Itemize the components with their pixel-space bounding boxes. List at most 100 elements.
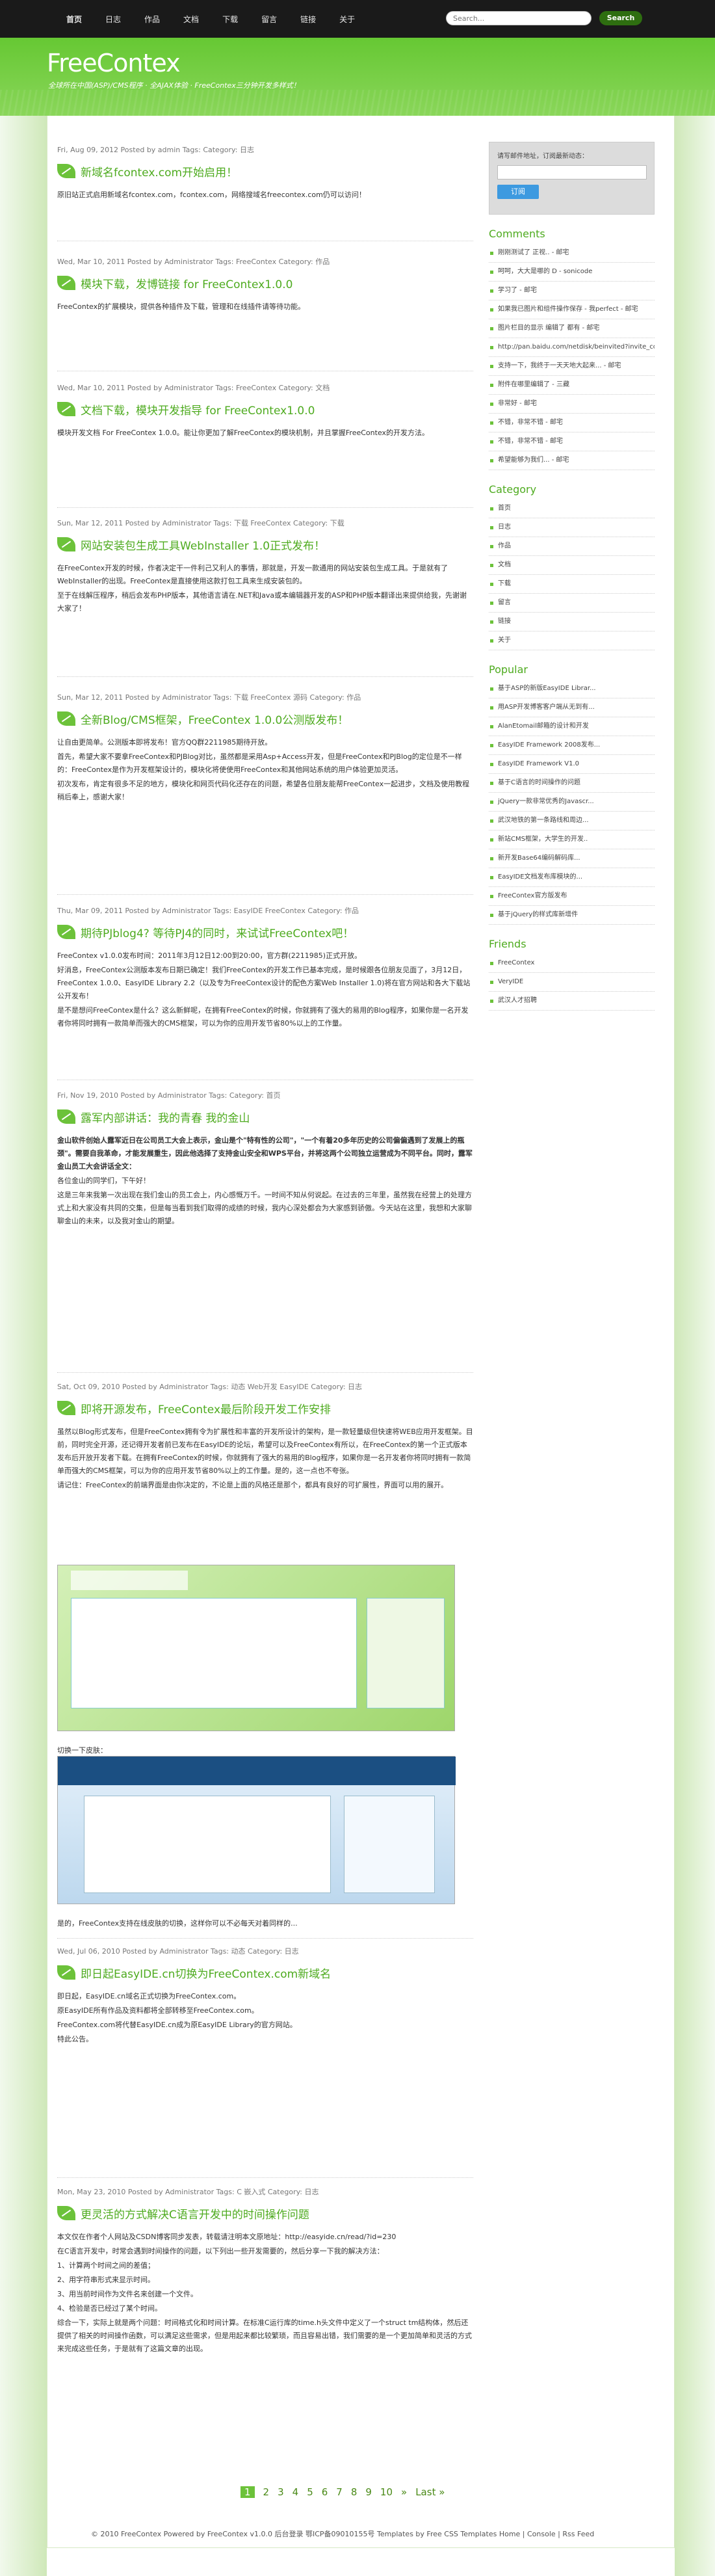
- page-link[interactable]: 10: [380, 2486, 393, 2498]
- site-logo[interactable]: FreeContex: [47, 49, 181, 77]
- skin-screenshot-green: [57, 1565, 455, 1731]
- nav-item-download[interactable]: 下载: [213, 14, 247, 25]
- post: Thu, Mar 09, 2011 Posted by Administrato…: [57, 905, 473, 1031]
- post: Mon, May 23, 2010 Posted by Administrato…: [57, 2186, 473, 2357]
- comment-item[interactable]: 支持一下，我终于一天天地大起来... - 邮宅: [489, 357, 655, 376]
- nav-item-guestbook[interactable]: 留言: [252, 14, 286, 25]
- popular-item[interactable]: 基于C语言的时间操作的问题: [489, 774, 655, 793]
- nav-item-home[interactable]: 首页: [57, 14, 91, 25]
- comment-item[interactable]: 不错，非常不错 - 邮宅: [489, 414, 655, 432]
- post-meta: Mon, May 23, 2010 Posted by Administrato…: [57, 2188, 319, 2196]
- post-paragraph: 综合一下，实际上就是两个问题：时间格式化和时间计算。在标准C运行库的time.h…: [57, 2318, 472, 2353]
- subscribe-email-input[interactable]: [497, 165, 647, 179]
- post-meta: Sat, Oct 09, 2010 Posted by Administrato…: [57, 1383, 363, 1390]
- post-title[interactable]: 更灵活的方式解决C语言开发中的时间操作问题: [81, 2205, 309, 2222]
- friend-link[interactable]: VeryIDE: [489, 973, 655, 992]
- comment-item[interactable]: 如果我已图片和组件操作保存 - 我perfect - 邮宅: [489, 300, 655, 319]
- nav-item-about[interactable]: 关于: [330, 14, 364, 25]
- popular-item[interactable]: 武汉地铁的第一条路线和周边...: [489, 812, 655, 830]
- post-paragraph: 2、用字符串形式来显示时间。: [57, 2276, 155, 2284]
- category-item[interactable]: 首页: [489, 499, 655, 518]
- friends-list: FreeContex VeryIDE 武汉人才招聘: [489, 954, 655, 1011]
- leaf-icon: [57, 537, 75, 551]
- popular-item[interactable]: 基于ASP的新版EasyIDE Librar...: [489, 680, 655, 698]
- nav-item-links[interactable]: 链接: [291, 14, 325, 25]
- comment-item[interactable]: 不错，非常不错 - 邮宅: [489, 432, 655, 451]
- popular-item[interactable]: AlanEtomail邮箱的设计和开发: [489, 717, 655, 736]
- comment-item[interactable]: http://pan.baidu.com/netdisk/beinvited?i…: [489, 338, 655, 357]
- nav-item-blog[interactable]: 日志: [96, 14, 130, 25]
- comment-item[interactable]: 刚刚测试了 正视.. - 邮宅: [489, 244, 655, 263]
- post-paragraph: 4、检验是否已经过了某个时间。: [57, 2304, 162, 2313]
- post-divider: [57, 676, 473, 677]
- leaf-icon: [57, 276, 75, 290]
- post-title[interactable]: 网站安装包生成工具WebInstaller 1.0正式发布！: [81, 537, 325, 553]
- search-button[interactable]: Search: [599, 11, 642, 25]
- post-paragraph: 原EasyIDE所有作品及资料都将全部转移至FreeContex.com。: [57, 2006, 259, 2015]
- popular-item[interactable]: jQuery一款非常优秀的Javascr...: [489, 793, 655, 812]
- friend-link[interactable]: 武汉人才招聘: [489, 992, 655, 1011]
- comment-item[interactable]: 图片栏目的显示 编辑了 都有 - 邮宅: [489, 319, 655, 338]
- post-title[interactable]: 即日起EasyIDE.cn切换为FreeContex.com新域名: [81, 1965, 331, 1981]
- popular-item[interactable]: 用ASP开发博客客户端从无到有...: [489, 698, 655, 717]
- category-item[interactable]: 日志: [489, 518, 655, 537]
- friend-link[interactable]: FreeContex: [489, 954, 655, 973]
- page-link[interactable]: 5: [307, 2486, 313, 2498]
- popular-item[interactable]: EasyIDE Framework 2008发布...: [489, 736, 655, 755]
- post: Sun, Mar 12, 2011 Posted by Administrato…: [57, 692, 473, 805]
- search-input[interactable]: [446, 11, 592, 25]
- comment-item[interactable]: 非常好 - 邮宅: [489, 395, 655, 414]
- popular-item[interactable]: FreeContex官方版发布: [489, 887, 655, 906]
- page-link[interactable]: 6: [322, 2486, 328, 2498]
- post-paragraph: FreeContex的扩展模块，提供各种插件及下载，管理和在线插件请等待功能。: [57, 302, 306, 311]
- popular-item[interactable]: 新开发Base64编码解码库...: [489, 849, 655, 868]
- post-paragraph: 好消息，FreeContex公测版本发布日期已确定！我们FreeContex的开…: [57, 966, 471, 1000]
- category-item[interactable]: 链接: [489, 613, 655, 631]
- post-title[interactable]: 即将开源发布，FreeContex最后阶段开发工作安排: [81, 1400, 331, 1416]
- comment-item[interactable]: 学习了 - 邮宅: [489, 282, 655, 300]
- post-meta: Fri, Aug 09, 2012 Posted by admin Tags: …: [57, 146, 254, 153]
- post-title[interactable]: 新域名fcontex.com开始启用！: [81, 163, 237, 179]
- page-link[interactable]: 4: [292, 2486, 299, 2498]
- nav-item-works[interactable]: 作品: [135, 14, 169, 25]
- category-item[interactable]: 文档: [489, 556, 655, 575]
- page-link[interactable]: 8: [351, 2486, 358, 2498]
- popular-item[interactable]: EasyIDE Framework V1.0: [489, 755, 655, 774]
- page-link[interactable]: 9: [365, 2486, 372, 2498]
- comment-item[interactable]: 附件在哪里编辑了 - 三藏: [489, 376, 655, 395]
- page-next[interactable]: »: [401, 2486, 407, 2498]
- post-title[interactable]: 文档下载，模块开发指导 for FreeContex1.0.0: [81, 401, 315, 418]
- page-last[interactable]: Last »: [415, 2486, 445, 2498]
- popular-item[interactable]: EasyIDE文档发布库模块的...: [489, 868, 655, 887]
- post-title[interactable]: 期待PJblog4? 等待PJ4的同时，来试试FreeContex吧！: [81, 924, 354, 940]
- post-paragraph: 模块开发文档 For FreeContex 1.0.0。能让你更加了解FreeC…: [57, 429, 430, 437]
- post-meta: Wed, Mar 10, 2011 Posted by Administrato…: [57, 384, 330, 392]
- post-paragraph: 在FreeContex开发的时候，作者决定干一件利己又利人的事情，那就是，开发一…: [57, 564, 448, 585]
- page-link[interactable]: 7: [336, 2486, 343, 2498]
- top-navigation-bar: 首页 日志 作品 文档 下载 留言 链接 关于 Search: [0, 0, 715, 38]
- post-paragraph: FreeContex.com将代替EasyIDE.cn成为原EasyIDE Li…: [57, 2021, 297, 2029]
- comment-item[interactable]: 希望能够为我们... - 邮宅: [489, 451, 655, 470]
- nav-item-docs[interactable]: 文档: [174, 14, 208, 25]
- comment-item[interactable]: 呵呵，大大是哪的 D - sonicode: [489, 263, 655, 282]
- page-link[interactable]: 3: [278, 2486, 284, 2498]
- post-title[interactable]: 露军内部讲话：我的青春 我的金山: [81, 1109, 250, 1125]
- subscribe-button[interactable]: 订阅: [497, 185, 539, 199]
- post-title[interactable]: 全新Blog/CMS框架，FreeContex 1.0.0公测版发布！: [81, 711, 348, 727]
- left-background: [0, 116, 47, 2576]
- category-item[interactable]: 下载: [489, 575, 655, 594]
- popular-item[interactable]: 新站CMS框架，大学生的开发..: [489, 830, 655, 849]
- post: Sun, Mar 12, 2011 Posted by Administrato…: [57, 518, 473, 617]
- friends-heading: Friends: [489, 938, 526, 950]
- popular-item[interactable]: 基于jQuery的样式库新增件: [489, 906, 655, 925]
- category-item[interactable]: 作品: [489, 537, 655, 556]
- page-link[interactable]: 1: [240, 2486, 255, 2498]
- subscribe-box: 请写邮件地址，订阅最新动态： 订阅: [489, 142, 655, 215]
- post-paragraph: 切换一下皮肤：: [57, 1746, 107, 1755]
- category-item[interactable]: 留言: [489, 594, 655, 613]
- post-title[interactable]: 模块下载，发博链接 for FreeContex1.0.0: [81, 275, 292, 291]
- page-link[interactable]: 2: [263, 2486, 270, 2498]
- post-paragraph: 至于在线解压程序，稍后会发布PHP版本，其他语言请在.NET和Java或本编辑器…: [57, 591, 467, 613]
- leaf-icon: [57, 164, 75, 178]
- category-item[interactable]: 关于: [489, 631, 655, 650]
